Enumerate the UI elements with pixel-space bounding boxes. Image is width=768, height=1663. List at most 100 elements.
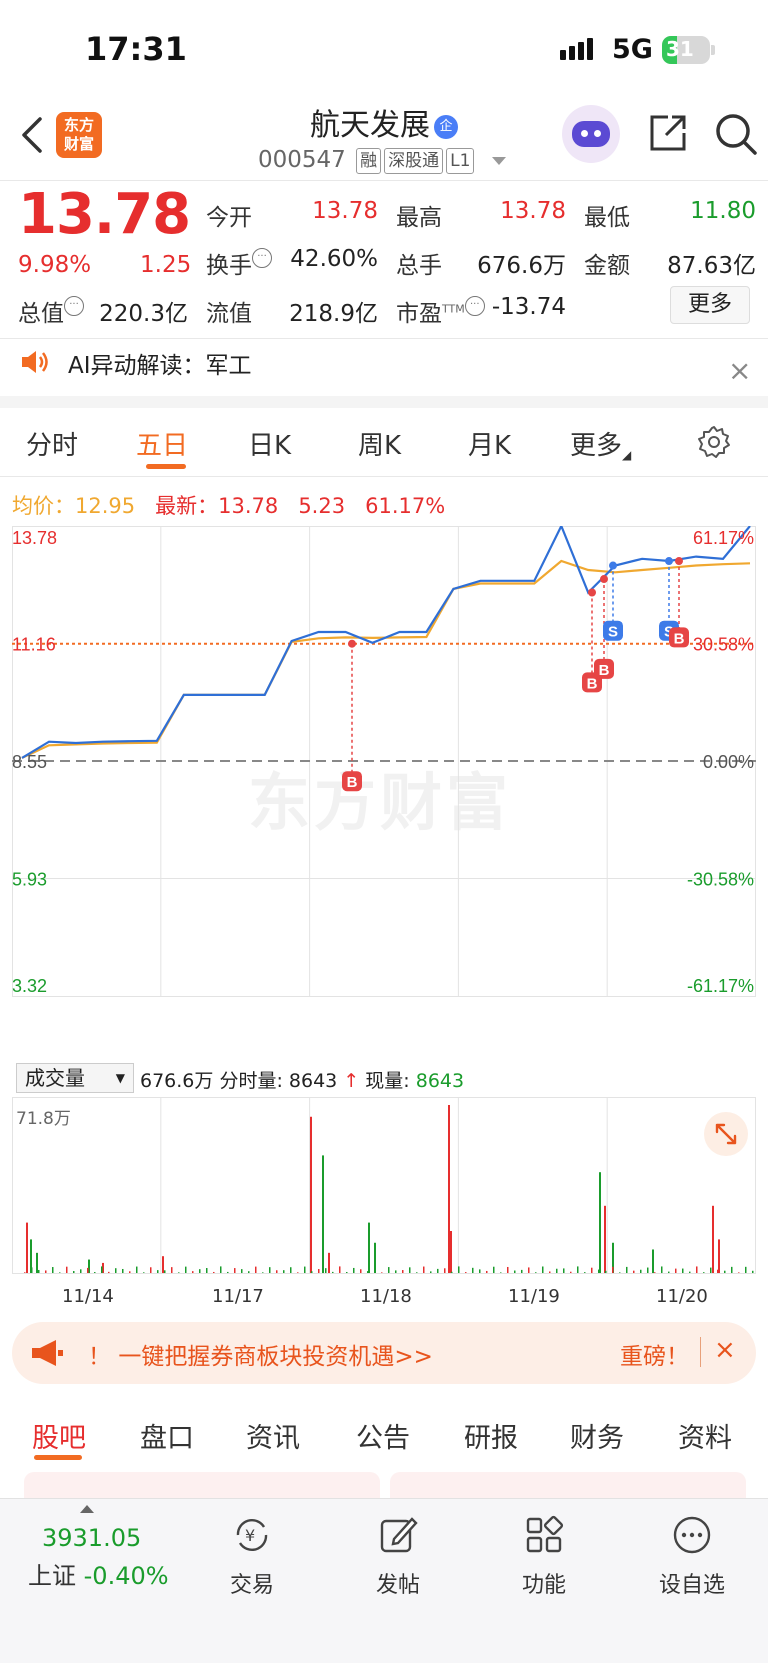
volume-bar: [80, 1269, 82, 1273]
volume-indicator-select[interactable]: 成交量 ▼: [16, 1063, 134, 1093]
signal-icon: [560, 38, 596, 60]
tab-weekly-k[interactable]: 周K: [358, 425, 401, 462]
tab-intraday[interactable]: 分时: [26, 425, 78, 462]
volume-bar: [416, 1272, 418, 1273]
marker-dot: [588, 588, 596, 597]
volume-bar: [157, 1270, 159, 1273]
volume-bar: [171, 1267, 173, 1273]
tab-orderbook[interactable]: 盘口: [140, 1416, 194, 1455]
volume-bar: [388, 1267, 390, 1273]
close-icon[interactable]: ×: [714, 1335, 736, 1365]
divider: [0, 338, 768, 339]
volume-bar: [322, 1155, 324, 1273]
tab-news[interactable]: 资讯: [246, 1416, 300, 1455]
tab-watchlist[interactable]: 设自选: [632, 1513, 752, 1599]
y-tick-left: 13.78: [12, 528, 57, 548]
volume-bar: [73, 1271, 75, 1273]
expand-icon[interactable]: [704, 1112, 748, 1156]
stock-code: 000547: [258, 147, 346, 173]
tab-monthly-k[interactable]: 月K: [468, 425, 511, 462]
volume-max-label: 71.8万: [16, 1109, 71, 1129]
volume-bar: [654, 1272, 656, 1273]
index-name[interactable]: 上证 -0.40%: [28, 1556, 169, 1591]
tab-trade[interactable]: ¥ 交易: [192, 1513, 312, 1599]
period-label: 分时量:: [219, 1070, 283, 1092]
tab-profile[interactable]: 资料: [678, 1416, 732, 1455]
mktcap-label: 总值 ···: [18, 294, 84, 328]
banner-bang: ！: [88, 1344, 111, 1370]
marker-label: B: [599, 662, 610, 679]
volume-bar: [38, 1269, 40, 1273]
latest-value: 13.78: [218, 494, 279, 518]
volume-value: 676.6万: [477, 253, 566, 279]
volume-bar: [178, 1272, 180, 1273]
more-button[interactable]: 更多: [670, 286, 750, 324]
tab-five-day[interactable]: 五日: [136, 425, 188, 462]
volume-bar: [122, 1268, 124, 1273]
battery-cap: [711, 45, 715, 55]
volume-bar: [472, 1267, 474, 1273]
tab-functions[interactable]: 功能: [484, 1513, 604, 1599]
marker-label: B: [587, 675, 598, 692]
tab-forum[interactable]: 股吧: [32, 1416, 86, 1455]
volume-bar: [633, 1270, 635, 1273]
info-icon[interactable]: ···: [252, 248, 272, 268]
volume-bar: [444, 1268, 446, 1273]
gear-icon[interactable]: [696, 424, 732, 460]
volume-bar: [36, 1252, 38, 1273]
volume-bar: [619, 1272, 621, 1273]
marker-label: B: [347, 774, 358, 791]
volume-bar: [297, 1272, 299, 1273]
volume-bar: [647, 1267, 649, 1273]
volume-bar: [661, 1266, 663, 1273]
ai-alert-text[interactable]: AI异动解读：军工: [68, 346, 252, 380]
current-price: 13.78: [18, 182, 191, 247]
speaker-icon: [22, 351, 48, 373]
tab-underline: [146, 464, 186, 469]
volume-bar: [339, 1266, 341, 1273]
tab-announcements[interactable]: 公告: [356, 1416, 410, 1455]
edit-icon: [380, 1517, 418, 1553]
search-icon[interactable]: [714, 112, 758, 156]
volume-label: 总手: [396, 253, 442, 279]
volume-bar: [199, 1269, 201, 1273]
volume-info: 676.6万 分时量: 8643 ↑ 现量: 8643: [140, 1066, 464, 1093]
latest-label: 最新：: [155, 494, 219, 518]
stock-code-row[interactable]: 000547 融深股通 L1: [258, 147, 506, 174]
battery-icon: 31: [662, 36, 710, 64]
five-day-price-chart[interactable]: 13.78 61.17% 11.16 30.58% 8.55 0.00% 5.93 -30.5…: [12, 526, 756, 1058]
banner-cta[interactable]: 重磅！: [620, 1337, 689, 1371]
volume-bar: [24, 1272, 26, 1273]
volume-bar: [328, 1252, 330, 1273]
close-icon[interactable]: ×: [728, 354, 751, 387]
stock-name: 航天发展: [310, 108, 430, 143]
tab-post[interactable]: 发帖: [338, 1513, 458, 1599]
low-label: 最低: [584, 205, 630, 231]
tab-more[interactable]: 更多◢: [570, 425, 631, 462]
index-value[interactable]: 3931.05: [42, 1524, 141, 1552]
turnover-label-text: 换手: [206, 253, 252, 279]
tab-daily-k[interactable]: 日K: [248, 425, 291, 462]
tab-financials[interactable]: 财务: [570, 1416, 624, 1455]
volume-bar: [381, 1272, 383, 1273]
date-label: 11/14: [62, 1286, 114, 1307]
banner-text[interactable]: ！ 一键把握券商板块投资机遇>>: [88, 1337, 433, 1371]
tab-underline: [34, 1455, 82, 1460]
volume-bar: [430, 1271, 432, 1273]
banner-message: 一键把握券商板块投资机遇>>: [118, 1344, 433, 1370]
tab-trade-label: 交易: [229, 1573, 274, 1598]
change-amount: 1.25: [140, 252, 192, 278]
tag-level: L1: [446, 147, 475, 174]
volume-bar: [269, 1267, 271, 1273]
mktcap-value: 220.3亿: [99, 301, 188, 327]
ai-assistant-avatar[interactable]: [562, 105, 620, 163]
avg-label: 均价：: [12, 494, 75, 518]
volume-bar: [136, 1266, 138, 1273]
volume-bar: [514, 1270, 516, 1273]
change-percent: 9.98%: [18, 252, 92, 278]
now-value: 8643: [415, 1070, 465, 1092]
open-label: 今开: [206, 205, 252, 231]
info-icon[interactable]: ···: [64, 296, 84, 316]
tab-research[interactable]: 研报: [464, 1416, 518, 1455]
share-icon[interactable]: [648, 113, 688, 153]
